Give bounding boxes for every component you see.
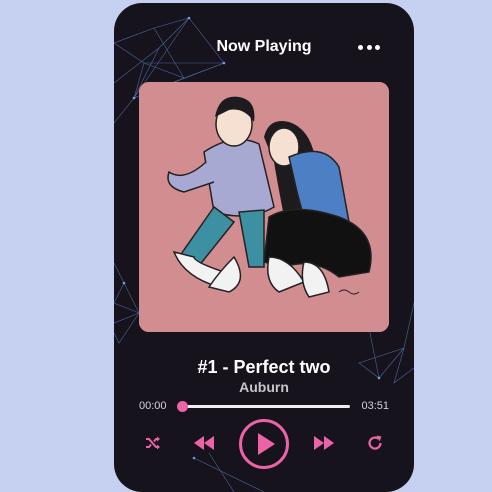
more-options-button[interactable] [358, 45, 380, 51]
song-title: #1 - Perfect two [197, 357, 331, 377]
fast-forward-icon[interactable] [313, 435, 335, 451]
repeat-icon[interactable] [367, 435, 383, 451]
header: Now Playing [114, 37, 414, 63]
artist-name: Auburn [239, 379, 289, 395]
current-time: 00:00 [139, 400, 167, 412]
playback-controls [114, 415, 414, 471]
play-icon [258, 433, 275, 455]
music-player-card: Now Playing #1 - Perfect two Auburn 00:0… [114, 3, 414, 492]
progress-knob[interactable] [177, 401, 188, 412]
shuffle-icon[interactable] [145, 435, 161, 451]
album-art [139, 82, 389, 332]
duration-time: 03:51 [361, 400, 389, 412]
progress-bar[interactable] [177, 401, 350, 412]
album-art-couple-illustration [139, 82, 389, 332]
rewind-icon[interactable] [193, 435, 215, 451]
play-pause-button[interactable] [238, 418, 290, 470]
more-dots-icon [358, 45, 363, 50]
